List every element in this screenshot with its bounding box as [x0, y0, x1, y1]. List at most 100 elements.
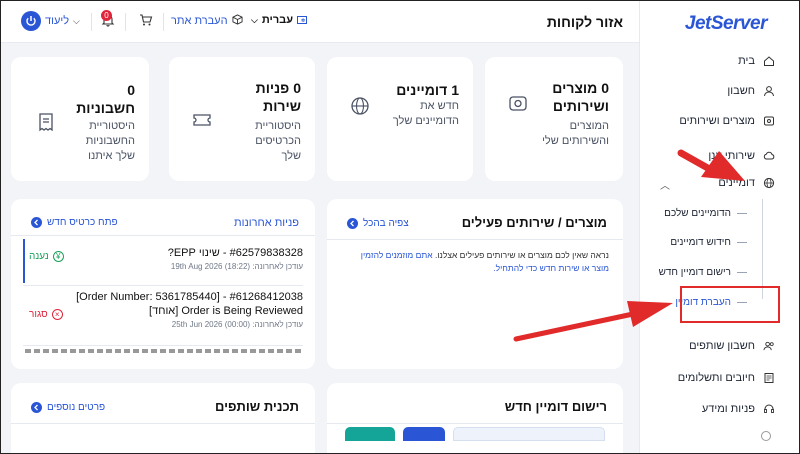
submenu-item-my-domains[interactable]: הדומיינים שלכם [664, 208, 747, 219]
panel-title: מוצרים / שירותים פעילים [461, 215, 607, 230]
ticket-status: × סגור [29, 309, 63, 320]
app-window: אזור לקוחות ✡ עברית ⌵ העברת אתר 0 ⌵ ליעו… [0, 0, 800, 454]
ticket-row[interactable]: #62579838328 - שינוי EPP? עודכן לאחרונה:… [23, 247, 303, 271]
sidebar-item-label: בית [738, 55, 755, 67]
receipt-icon [35, 111, 57, 133]
stat-card-tickets[interactable]: 0 פניות שירות היסטוריית הכרטיסים שלך [169, 57, 315, 181]
language-label: עברית [261, 14, 294, 26]
stat-desc: היסטוריית [255, 120, 301, 132]
sidebar-item-home[interactable]: בית [639, 51, 799, 71]
flag-icon: ✡ [297, 16, 308, 24]
sidebar-item-products[interactable]: מוצרים ושירותים [639, 111, 799, 131]
stat-desc: חדש את [420, 100, 459, 112]
partners-icon [763, 340, 775, 352]
chevron-left-icon [31, 217, 42, 228]
ticket-subject: #62579838328 - שינוי EPP? [167, 247, 303, 259]
submenu-line [762, 199, 763, 299]
box-icon [507, 93, 529, 115]
more-details-label: פרטים נוספים [47, 402, 106, 413]
panel-title: תכנית שותפים [215, 399, 299, 414]
stat-card-domains[interactable]: 1 דומיינים חדש את הדומיינים שלך [327, 57, 473, 181]
stat-desc: שלך [281, 150, 301, 162]
page-title: אזור לקוחות [546, 14, 623, 30]
ticket-date: עודכן לאחרונה: 19th Aug 2026 (18:22) [170, 262, 303, 271]
open-ticket-label: פתח כרטיס חדש [47, 217, 118, 228]
chevron-down-icon: ⌵ [251, 14, 258, 25]
globe-icon [349, 95, 371, 117]
submenu-item-label: הדומיינים שלכם [664, 208, 731, 219]
top-bar: אזור לקוחות ✡ עברית ⌵ העברת אתר 0 ⌵ ליעו… [1, 1, 641, 43]
stat-card-products[interactable]: 0 מוצרים ושירותים המוצרים והשירותים שלי [485, 57, 623, 181]
ticket-icon [191, 109, 213, 131]
user-name-label: ליעוד [45, 15, 70, 27]
chevron-left-icon [31, 402, 42, 413]
sidebar-item-label: דומיינים [718, 177, 755, 189]
answered-icon: ¥ [52, 251, 64, 262]
view-all-link[interactable]: צפיה בהכל [347, 218, 409, 229]
stat-card-invoices[interactable]: 0 חשבוניות היסטוריית החשבוניות שלך איתנו [11, 57, 149, 181]
register-domain-panel: רישום דומיין חדש [327, 383, 623, 453]
globe-icon [763, 177, 775, 189]
ticket-subject-line2: Order is Being Reviewed [אוחד] [149, 305, 303, 317]
brand-logo[interactable]: JetServer [685, 13, 768, 35]
stat-desc: הכרטיסים [255, 135, 301, 147]
panel-title: רישום דומיין חדש [504, 399, 607, 414]
site-transfer-link[interactable]: העברת אתר [171, 14, 243, 28]
ticket-date: עודכן לאחרונה: 25th Jun 2026 (00:00) [171, 320, 303, 329]
chevron-down-icon: ⌵ [73, 15, 80, 26]
chevron-left-icon [347, 218, 358, 229]
clipped-ticket-row [25, 349, 301, 353]
stat-number-line2: חשבוניות [76, 100, 135, 116]
sidebar-item-label: חשבון שותפים [689, 340, 755, 352]
sidebar-item-label: מוצרים ושירותים [679, 115, 755, 127]
sidebar-item-label: שירותי ענן [708, 150, 755, 162]
submenu-item-renew-domains[interactable]: חידוש דומיינים [670, 237, 747, 248]
sidebar: JetServer בית חשבון מוצרים ושירותים שירו… [639, 1, 799, 453]
empty-products-notice: נראה שאין לכם מוצרים או שירותים פעילים א… [360, 250, 609, 273]
ticket-row[interactable]: #61268412038 - [Order Number: 5361785440… [23, 291, 303, 329]
sidebar-item-account[interactable]: חשבון [639, 81, 799, 101]
highlight-box [680, 286, 780, 323]
more-details-link[interactable]: פרטים נוספים [31, 402, 105, 413]
sidebar-item-cloud[interactable]: שירותי ענן [639, 146, 799, 166]
recent-tickets-panel: פניות אחרונות פתח כרטיס חדש #62579838328… [11, 199, 315, 369]
domain-search-input[interactable] [453, 427, 605, 441]
stat-number: 0 פניות [255, 80, 301, 96]
stat-desc: הדומיינים שלך [392, 115, 459, 127]
divider [125, 13, 126, 31]
chevron-up-icon[interactable]: ︿ [660, 177, 670, 192]
sidebar-item-billing[interactable]: חיובים ותשלומים [639, 368, 799, 388]
products-panel: מוצרים / שירותים פעילים צפיה בהכל נראה ש… [327, 199, 623, 369]
power-icon [21, 11, 41, 31]
cart-icon [139, 13, 153, 30]
language-selector[interactable]: ✡ עברית ⌵ [251, 14, 308, 26]
transfer-button[interactable] [345, 427, 395, 441]
cloud-icon [763, 150, 775, 162]
submenu-item-label: חידוש דומיינים [670, 237, 731, 248]
register-button[interactable] [403, 427, 445, 441]
cart-button[interactable] [139, 13, 153, 30]
stat-number: 1 דומיינים [396, 82, 459, 98]
stat-number: 0 [127, 82, 135, 98]
stat-desc: והשירותים שלי [542, 135, 609, 147]
panel-title: פניות אחרונות [234, 217, 299, 229]
sidebar-item-support[interactable]: פניות ומידע [639, 399, 799, 419]
sidebar-item-partners[interactable]: חשבון שותפים [639, 336, 799, 356]
submenu-item-register-domain[interactable]: רישום דומיין חדש [659, 267, 747, 278]
user-menu[interactable]: ⌵ ליעוד [21, 11, 80, 31]
stat-desc: היסטוריית [89, 120, 135, 132]
affiliate-panel: תכנית שותפים פרטים נוספים [11, 383, 315, 453]
submenu-item-label: רישום דומיין חדש [658, 267, 731, 278]
home-icon [763, 55, 775, 67]
stat-desc: המוצרים [569, 120, 609, 132]
ticket-status: ¥ נענה [29, 251, 64, 262]
stat-number-line2: שירות [263, 98, 301, 114]
stat-number: 0 מוצרים [552, 80, 609, 96]
support-icon [763, 403, 775, 415]
sidebar-item-label: חיובים ותשלומים [677, 372, 755, 384]
site-transfer-label: העברת אתר [171, 15, 228, 27]
open-ticket-link[interactable]: פתח כרטיס חדש [31, 217, 118, 228]
more-icon [761, 431, 771, 441]
box-icon [763, 115, 775, 127]
invoice-icon [763, 372, 775, 384]
